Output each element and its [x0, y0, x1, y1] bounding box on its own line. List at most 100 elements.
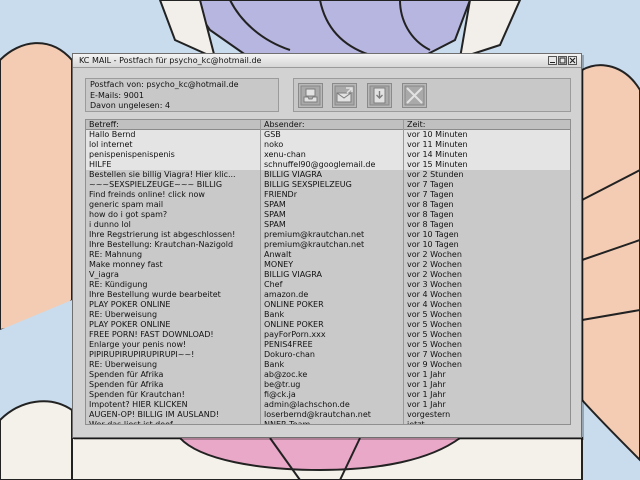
- mail-row[interactable]: Spenden für Afrika be@tr.ug vor 1 Jahr: [86, 380, 570, 390]
- mail-row[interactable]: Impotent? HIER KLICKEN admin@lachschon.de…: [86, 400, 570, 410]
- unread-count: Davon ungelesen: 4: [90, 101, 171, 110]
- compose-mail-button[interactable]: [332, 83, 357, 108]
- mail-sender: loserbernd@krautchan.net: [260, 410, 403, 420]
- mail-time: vor 1 Jahr: [403, 400, 570, 410]
- mail-row[interactable]: Ihre Bestellung: Krautchan-Nazigold premi…: [86, 240, 570, 250]
- table-header: Betreff: Absender: Zeit:: [86, 120, 570, 130]
- mail-sender: fi@ck.ja: [260, 390, 403, 400]
- mail-time: vor 1 Jahr: [403, 380, 570, 390]
- mail-subject: Find freinds online! click now: [89, 190, 205, 199]
- mail-row[interactable]: FREE PORN! FAST DOWNLOAD! payForPorn.xxx v…: [86, 330, 570, 340]
- save-button[interactable]: [367, 83, 392, 108]
- mail-row[interactable]: Wer das liest ist doof NNER Team jetzt: [86, 420, 570, 424]
- mail-subject: RE: Überweisung: [89, 360, 158, 369]
- mail-sender: GSB: [260, 130, 403, 140]
- mail-sender: BILLIG SEXSPIELZEUG: [260, 180, 403, 190]
- mail-row[interactable]: Hallo Bernd GSB vor 10 Minuten: [86, 130, 570, 140]
- mail-time: vor 4 Wochen: [403, 300, 570, 310]
- mail-row[interactable]: Spenden für Afrika ab@zoc.ke vor 1 Jahr: [86, 370, 570, 380]
- mail-subject: Impotent? HIER KLICKEN: [89, 400, 188, 409]
- mail-time: vor 8 Tagen: [403, 210, 570, 220]
- mail-time: vor 7 Tagen: [403, 180, 570, 190]
- mail-time: vor 5 Wochen: [403, 340, 570, 350]
- mail-row[interactable]: Spenden für Krautchan! fi@ck.ja vor 1 Jahr: [86, 390, 570, 400]
- mail-subject: i dunno lol: [89, 220, 131, 229]
- title-bar[interactable]: KC MAIL - Postfach für psycho_kc@hotmail…: [73, 54, 581, 68]
- mail-row[interactable]: AUGEN-OP! BILLIG IM AUSLAND! loserbernd@k…: [86, 410, 570, 420]
- close-icon[interactable]: [568, 56, 577, 65]
- mailbox-owner: Postfach von: psycho_kc@hotmail.de: [90, 80, 239, 89]
- mail-row[interactable]: RE: Überweisung Bank vor 9 Wochen: [86, 360, 570, 370]
- mail-subject: Ihre Bestellung wurde bearbeitet: [89, 290, 221, 299]
- mail-sender: SPAM: [260, 210, 403, 220]
- mail-subject: Enlarge your penis now!: [89, 340, 187, 349]
- mail-time: vor 3 Wochen: [403, 280, 570, 290]
- mail-time: jetzt: [403, 420, 570, 424]
- mail-list[interactable]: Betreff: Absender: Zeit: Hallo Bernd GSB v…: [85, 119, 571, 425]
- mail-subject: RE: Kündigung: [89, 280, 148, 289]
- mail-sender: SPAM: [260, 200, 403, 210]
- mail-time: vor 14 Minuten: [403, 150, 570, 160]
- mail-row[interactable]: lol internet noko vor 11 Minuten: [86, 140, 570, 150]
- mail-row[interactable]: HILFE schnuffel90@googlemail.de vor 15 Min…: [86, 160, 570, 170]
- mail-row[interactable]: ~~~SEXSPIELZEUGE~~~ BILLIG BILLIG SEXSPIE…: [86, 180, 570, 190]
- mail-row[interactable]: Find freinds online! click now FRIENDr vor…: [86, 190, 570, 200]
- column-header-time[interactable]: Zeit:: [403, 120, 570, 130]
- mail-row[interactable]: i dunno lol SPAM vor 8 Tagen: [86, 220, 570, 230]
- mail-sender: Chef: [260, 280, 403, 290]
- mail-row[interactable]: Bestellen sie billig Viagra! Hier klic..…: [86, 170, 570, 180]
- mail-time: vor 2 Wochen: [403, 270, 570, 280]
- toolbar: [293, 78, 571, 112]
- mail-sender: BILLIG VIAGRA: [260, 270, 403, 280]
- mail-subject: how do i got spam?: [89, 210, 168, 219]
- mail-time: vor 7 Tagen: [403, 190, 570, 200]
- mail-sender: Bank: [260, 310, 403, 320]
- mail-subject: Spenden für Krautchan!: [89, 390, 185, 399]
- mail-time: vor 2 Wochen: [403, 260, 570, 270]
- mail-time: vor 10 Tagen: [403, 240, 570, 250]
- mail-time: vor 2 Wochen: [403, 250, 570, 260]
- mail-row[interactable]: Enlarge your penis now! PENIS4FREE vor 5 W…: [86, 340, 570, 350]
- mail-sender: ONLINE POKER: [260, 320, 403, 330]
- mail-row[interactable]: how do i got spam? SPAM vor 8 Tagen: [86, 210, 570, 220]
- mail-subject: lol internet: [89, 140, 133, 149]
- mail-time: vor 4 Wochen: [403, 290, 570, 300]
- mail-row[interactable]: Ihre Regstrierung ist abgeschlossen! prem…: [86, 230, 570, 240]
- mail-sender: FRIENDr: [260, 190, 403, 200]
- delete-button[interactable]: [402, 83, 427, 108]
- mail-sender: Bank: [260, 360, 403, 370]
- mail-subject: PLAY POKER ONLINE: [89, 320, 171, 329]
- mail-row[interactable]: generic spam mail SPAM vor 8 Tagen: [86, 200, 570, 210]
- mail-subject: Ihre Bestellung: Krautchan-Nazigold: [89, 240, 234, 249]
- mail-row[interactable]: Ihre Bestellung wurde bearbeitet amazon.d…: [86, 290, 570, 300]
- inbox-button[interactable]: [298, 83, 323, 108]
- mail-subject: generic spam mail: [89, 200, 164, 209]
- mail-row[interactable]: RE: Überweisung Bank vor 5 Wochen: [86, 310, 570, 320]
- mail-row[interactable]: RE: Kündigung Chef vor 3 Wochen: [86, 280, 570, 290]
- column-header-subject[interactable]: Betreff:: [86, 120, 260, 130]
- mail-row[interactable]: PLAY POKER ONLINE ONLINE POKER vor 5 Woche…: [86, 320, 570, 330]
- maximize-icon[interactable]: [558, 56, 567, 65]
- column-header-sender[interactable]: Absender:: [260, 120, 403, 130]
- mail-row[interactable]: penispenispenispenis xenu-chan vor 14 Minu…: [86, 150, 570, 160]
- mail-sender: SPAM: [260, 220, 403, 230]
- mail-subject: Bestellen sie billig Viagra! Hier klic..…: [89, 170, 236, 179]
- mail-row[interactable]: Make monney fast MONEY vor 2 Wochen: [86, 260, 570, 270]
- mail-sender: be@tr.ug: [260, 380, 403, 390]
- mail-time: vor 10 Tagen: [403, 230, 570, 240]
- mail-row[interactable]: RE: Mahnung Anwalt vor 2 Wochen: [86, 250, 570, 260]
- mail-row[interactable]: V_iagra BILLIG VIAGRA vor 2 Wochen: [86, 270, 570, 280]
- mail-time: vor 8 Tagen: [403, 220, 570, 230]
- mail-sender: BILLIG VIAGRA: [260, 170, 403, 180]
- mail-window: KC MAIL - Postfach für psycho_kc@hotmail…: [72, 53, 582, 438]
- mail-subject: ~~~SEXSPIELZEUGE~~~ BILLIG: [89, 180, 223, 189]
- mail-row[interactable]: PIPIRUPIRUPIRUPIRUPI~~! Dokuro-chan vor 7 …: [86, 350, 570, 360]
- mail-subject: Spenden für Afrika: [89, 370, 164, 379]
- mail-sender: Dokuro-chan: [260, 350, 403, 360]
- minimize-icon[interactable]: [548, 56, 557, 65]
- mail-sender: NNER Team: [260, 420, 403, 424]
- mail-time: vor 5 Wochen: [403, 320, 570, 330]
- mail-subject: Make monney fast: [89, 260, 163, 269]
- mail-row[interactable]: PLAY POKER ONLINE ONLINE POKER vor 4 Woche…: [86, 300, 570, 310]
- mail-time: vor 7 Wochen: [403, 350, 570, 360]
